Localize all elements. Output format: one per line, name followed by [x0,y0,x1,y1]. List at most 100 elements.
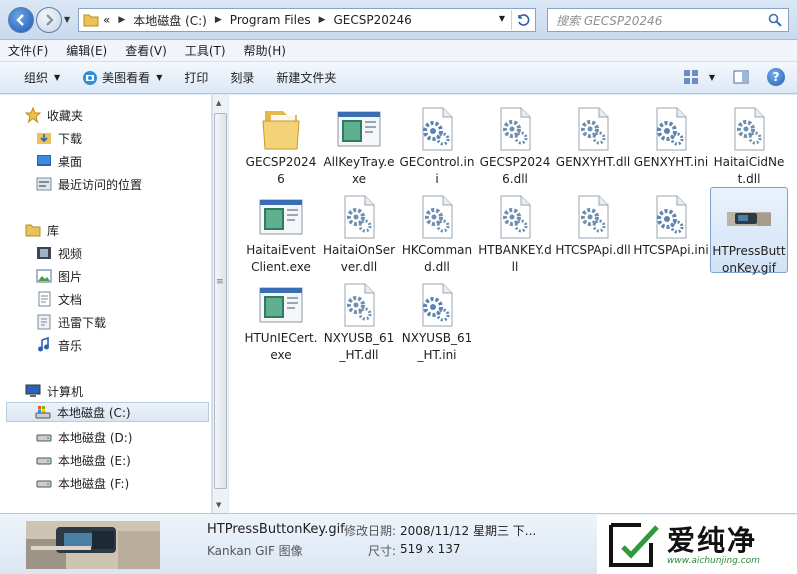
print-button[interactable]: 打印 [184,69,208,86]
address-dropdown[interactable]: ▼ [499,14,505,23]
watermark-text: 爱纯净 [667,524,758,557]
menu-tools[interactable]: 工具(T) [185,42,226,59]
pictures-icon [36,269,52,283]
file-name: AllKeyTray.exe [323,155,395,186]
dll-file-icon [569,105,617,153]
new-folder-button[interactable]: 新建文件夹 [276,69,336,86]
nav-libraries[interactable]: 库 [25,220,59,240]
preview-pane-button[interactable] [733,69,749,85]
file-item[interactable]: GECSP20246 [242,99,320,186]
breadcrumb-program-files[interactable]: Program Files ▶ [230,13,334,27]
search-placeholder: 搜索 GECSP20246 [556,13,663,28]
menu-edit[interactable]: 编辑(E) [66,42,107,59]
hard-drive-icon [36,457,52,465]
folder-icon [83,14,99,27]
library-icon [25,224,41,237]
file-item[interactable]: HTBANKEY.dll [476,187,554,274]
grip-icon: ≡ [216,277,224,287]
refresh-button[interactable] [511,10,533,30]
file-item[interactable]: AllKeyTray.exe [320,99,398,186]
nav-videos[interactable]: 视频 [36,243,82,263]
nav-recent-places[interactable]: 最近访问的位置 [36,174,142,194]
file-name: HTCSPApi.ini [633,243,709,257]
search-input[interactable]: 搜索 GECSP20246 [547,8,789,32]
file-list: GECSP20246 AllKeyTray.exe GEControl.ini GEC… [229,95,797,513]
file-name: NXYUSB_61_HT.ini [401,331,473,362]
file-name: GECSP20246 [245,155,317,186]
file-name: HKCommand.dll [401,243,473,274]
file-item[interactable]: GENXYHT.ini [632,99,710,185]
help-button[interactable]: ? [767,68,785,86]
thunder-downloads-icon [37,314,51,330]
documents-icon [38,291,51,307]
file-name: GEControl.ini [399,155,475,186]
recent-pages-dropdown[interactable]: ▼ [64,15,74,25]
file-item[interactable]: HKCommand.dll [398,187,476,274]
nav-favorites[interactable]: 收藏夹 [25,105,83,125]
address-box[interactable]: «▶ 本地磁盘 (C:) ▶ Program Files ▶ GECSP20246 … [78,8,536,32]
breadcrumb-gecsp20246[interactable]: GECSP20246 [334,13,412,27]
file-name: HTUnIECert.exe [244,331,318,362]
scroll-up-arrow[interactable]: ▲ [216,99,221,107]
chevron-down-icon: ▼ [156,73,163,82]
nav-drive-d[interactable]: 本地磁盘 (D:) [36,427,132,447]
file-name: GECSP20246.dll [479,155,551,186]
dll-file-icon [335,281,383,329]
file-item[interactable]: GECSP20246.dll [476,99,554,186]
music-icon [38,337,49,352]
scroll-down-arrow[interactable]: ▼ [216,501,221,509]
video-icon [37,247,51,259]
file-item[interactable]: HTCSPApi.ini [632,187,710,273]
nav-documents[interactable]: 文档 [36,289,82,309]
file-name: HaitaiOnServer.dll [322,243,396,274]
desktop-icon [37,155,51,166]
nav-drive-c[interactable]: 本地磁盘 (C:) [6,402,209,422]
file-item[interactable]: HaitaiCidNet.dll [710,99,788,186]
nav-drive-e[interactable]: 本地磁盘 (E:) [36,450,131,470]
file-item[interactable]: NXYUSB_61_HT.dll [320,275,398,362]
nav-desktop[interactable]: 桌面 [36,151,82,171]
chevron-down-icon: ▼ [54,73,61,82]
file-item[interactable]: HTCSPApi.dll [554,187,632,273]
forward-button[interactable] [36,7,62,33]
file-name: HaitaiEventClient.exe [246,243,316,274]
menu-view[interactable]: 查看(V) [125,42,167,59]
nav-downloads[interactable]: 下载 [36,128,82,148]
nav-computer[interactable]: 计算机 [25,381,83,401]
breadcrumb-drive-c[interactable]: 本地磁盘 (C:) ▶ [133,12,230,29]
file-item[interactable]: GEControl.ini [398,99,476,186]
file-item[interactable]: HaitaiOnServer.dll [320,187,398,274]
file-item[interactable]: HTUnIECert.exe [242,275,320,362]
nav-scrollbar[interactable]: ▲ ≡ ▼ [212,95,228,513]
recent-places-icon [36,177,52,191]
file-item[interactable]: HaitaiEventClient.exe [242,187,320,274]
file-item[interactable]: HTPressButtonKey.gif [710,187,788,275]
nav-thunder-downloads[interactable]: 迅雷下载 [36,312,106,332]
file-item[interactable]: GENXYHT.dll [554,99,632,185]
dll-file-icon [491,105,539,153]
menu-help[interactable]: 帮助(H) [244,42,286,59]
ini-file-icon [647,105,695,153]
ini-file-icon [647,193,695,241]
nav-drive-f[interactable]: 本地磁盘 (F:) [36,473,129,493]
view-pictures-button[interactable]: 美图看看 ▼ [82,69,162,86]
file-name: HTCSPApi.dll [555,243,631,257]
nav-music[interactable]: 音乐 [36,335,82,355]
downloads-folder-icon [37,133,51,144]
dll-file-icon [413,193,461,241]
change-view-button[interactable] [683,69,699,85]
details-modified-value: 2008/11/12 星期三 下... [400,524,537,538]
ini-file-icon [413,105,461,153]
search-icon [768,13,782,27]
back-button[interactable] [8,7,34,33]
view-options-dropdown[interactable]: ▼ [709,73,715,82]
menu-file[interactable]: 文件(F) [8,42,48,59]
arrow-left-icon [16,14,24,26]
organize-button[interactable]: 组织 ▼ [24,69,60,86]
file-item[interactable]: NXYUSB_61_HT.ini [398,275,476,362]
scroll-thumb[interactable] [214,113,227,489]
breadcrumb-overflow[interactable]: «▶ [103,13,133,27]
details-size-label: 尺寸: [368,544,397,558]
burn-button[interactable]: 刻录 [230,69,254,86]
nav-pictures[interactable]: 图片 [36,266,82,286]
